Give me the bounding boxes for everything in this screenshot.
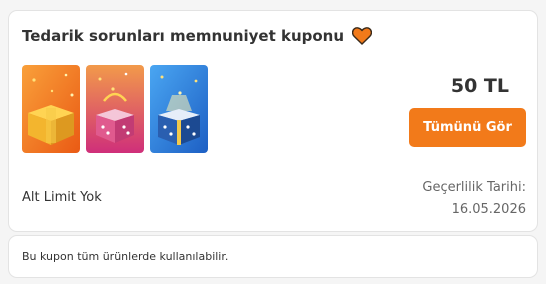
validity-label: Geçerlilik Tarihi: (422, 180, 526, 195)
coupon-title: Tedarik sorunları memnuniyet kuponu (22, 27, 345, 45)
blue-gift-box-image (150, 65, 208, 153)
coupon-image-strip (22, 65, 214, 153)
gold-gift-box-image (22, 65, 80, 153)
pink-gift-box-image (86, 65, 144, 153)
heart-icon[interactable] (351, 27, 373, 45)
validity-date: 16.05.2026 (451, 202, 526, 217)
coupon-title-row: Tedarik sorunları memnuniyet kuponu (22, 27, 373, 45)
coupon-card: Tedarik sorunları memnuniyet kuponu 50 T… (8, 10, 538, 232)
coupon-note-card: Bu kupon tüm ürünlerde kullanılabilir. (8, 235, 538, 278)
lower-limit-text: Alt Limit Yok (22, 190, 102, 205)
coupon-amount: 50 TL (450, 75, 509, 97)
coupon-note-text: Bu kupon tüm ürünlerde kullanılabilir. (22, 250, 229, 263)
view-all-button[interactable]: Tümünü Gör (409, 108, 526, 147)
